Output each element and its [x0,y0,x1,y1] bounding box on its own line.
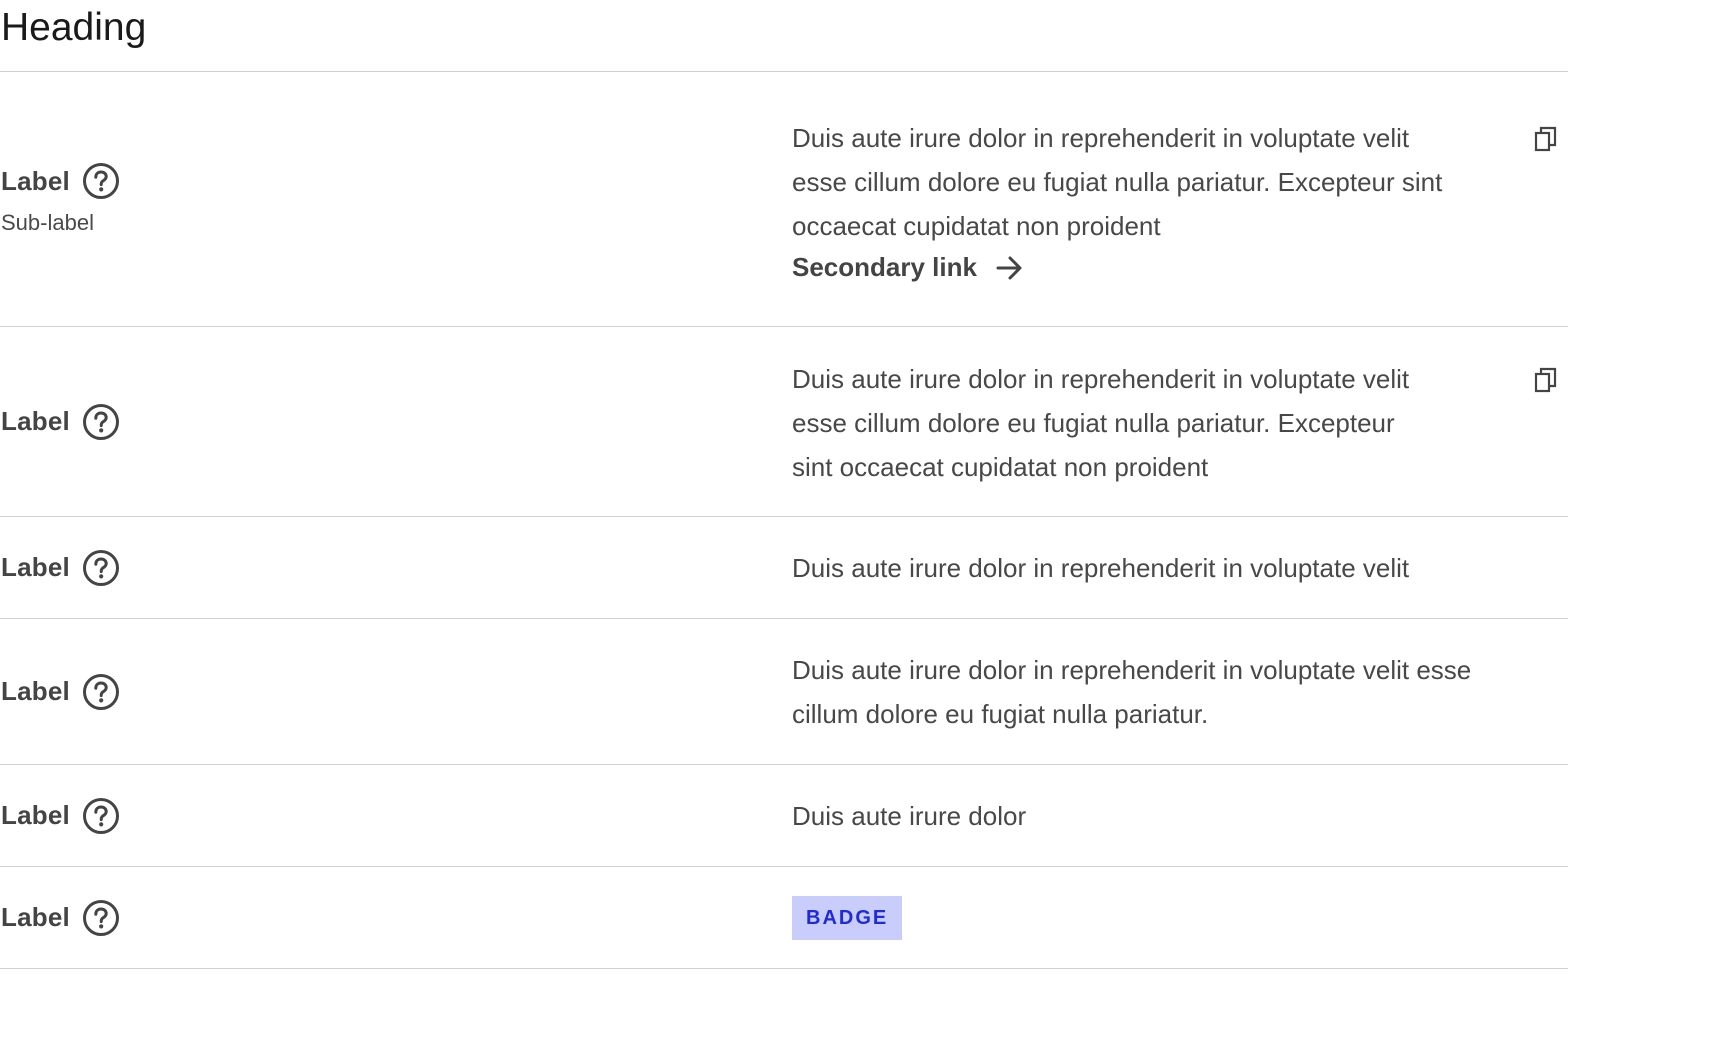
row-value: Duis aute irure dolor in reprehenderit i… [792,116,1568,248]
row-label: Label [1,552,70,582]
value-line: Duis aute irure dolor in reprehenderit i… [792,553,1410,583]
label-column: Label [1,867,120,968]
label-column: Label Sub-label [1,72,120,326]
label-line: Label [1,673,120,711]
row-label: Label [1,902,70,932]
status-badge: BADGE [792,896,903,940]
description-list: Heading Label Sub-label Duis aute irure … [0,0,1568,969]
page-title: Heading [0,0,1568,72]
help-circle-icon[interactable] [82,673,120,711]
arrow-right-icon [995,254,1025,282]
row-value: Duis aute irure dolor in reprehenderit i… [792,648,1568,736]
help-circle-icon[interactable] [82,549,120,587]
label-line: Label [1,162,120,200]
value-line: esse cillum dolore eu fugiat nulla paria… [792,408,1395,438]
value-line: Duis aute irure dolor in reprehenderit i… [792,123,1410,153]
help-circle-icon[interactable] [82,162,120,200]
list-row: Label Sub-label Duis aute irure dolor in… [0,72,1568,327]
row-label: Label [1,165,70,196]
help-circle-icon[interactable] [82,797,120,835]
value-line: sint occaecat cupidatat non proident [792,452,1209,482]
label-line: Label [1,899,120,937]
list-row: Label Duis aute irure dolor in reprehend… [0,619,1568,765]
row-sublabel: Sub-label [1,210,94,235]
label-line: Label [1,797,120,835]
label-line: Label [1,549,120,587]
list-row: Label Duis aute irure dolor in reprehend… [0,327,1568,517]
label-column: Label [1,619,120,764]
list-row: Label Duis aute irure dolor in reprehend… [0,517,1568,619]
help-circle-icon[interactable] [82,899,120,937]
copy-icon[interactable] [1534,367,1558,393]
label-column: Label [1,765,120,866]
row-label: Label [1,800,70,830]
label-column: Label [1,327,120,516]
value-column: Duis aute irure dolor [792,794,1568,838]
row-value: Duis aute irure dolor in reprehenderit i… [792,546,1568,590]
value-column: Duis aute irure dolor in reprehenderit i… [792,546,1568,590]
value-line: Duis aute irure dolor in reprehenderit i… [792,655,1472,685]
value-line: esse cillum dolore eu fugiat nulla paria… [792,167,1443,197]
row-label: Label [1,406,70,436]
secondary-link[interactable]: Secondary link [792,252,1568,283]
row-value: Duis aute irure dolor [792,794,1568,838]
value-line: Duis aute irure dolor in reprehenderit i… [792,364,1410,394]
label-line: Label [1,403,120,441]
value-line: cillum dolore eu fugiat nulla pariatur. [792,699,1209,729]
help-circle-icon[interactable] [82,403,120,441]
label-column: Label [1,517,120,618]
row-label: Label [1,676,70,706]
value-line: occaecat cupidatat non proident [792,211,1161,241]
value-column: Duis aute irure dolor in reprehenderit i… [792,648,1568,736]
value-column: BADGE [792,896,1568,940]
copy-icon[interactable] [1534,126,1558,152]
value-column: Duis aute irure dolor in reprehenderit i… [792,357,1568,489]
list-row: Label BADGE [0,867,1568,969]
value-line: Duis aute irure dolor [792,801,1027,831]
list-row: Label Duis aute irure dolor [0,765,1568,867]
row-value: Duis aute irure dolor in reprehenderit i… [792,357,1568,489]
secondary-link-label: Secondary link [792,252,977,282]
value-column: Duis aute irure dolor in reprehenderit i… [792,116,1568,283]
